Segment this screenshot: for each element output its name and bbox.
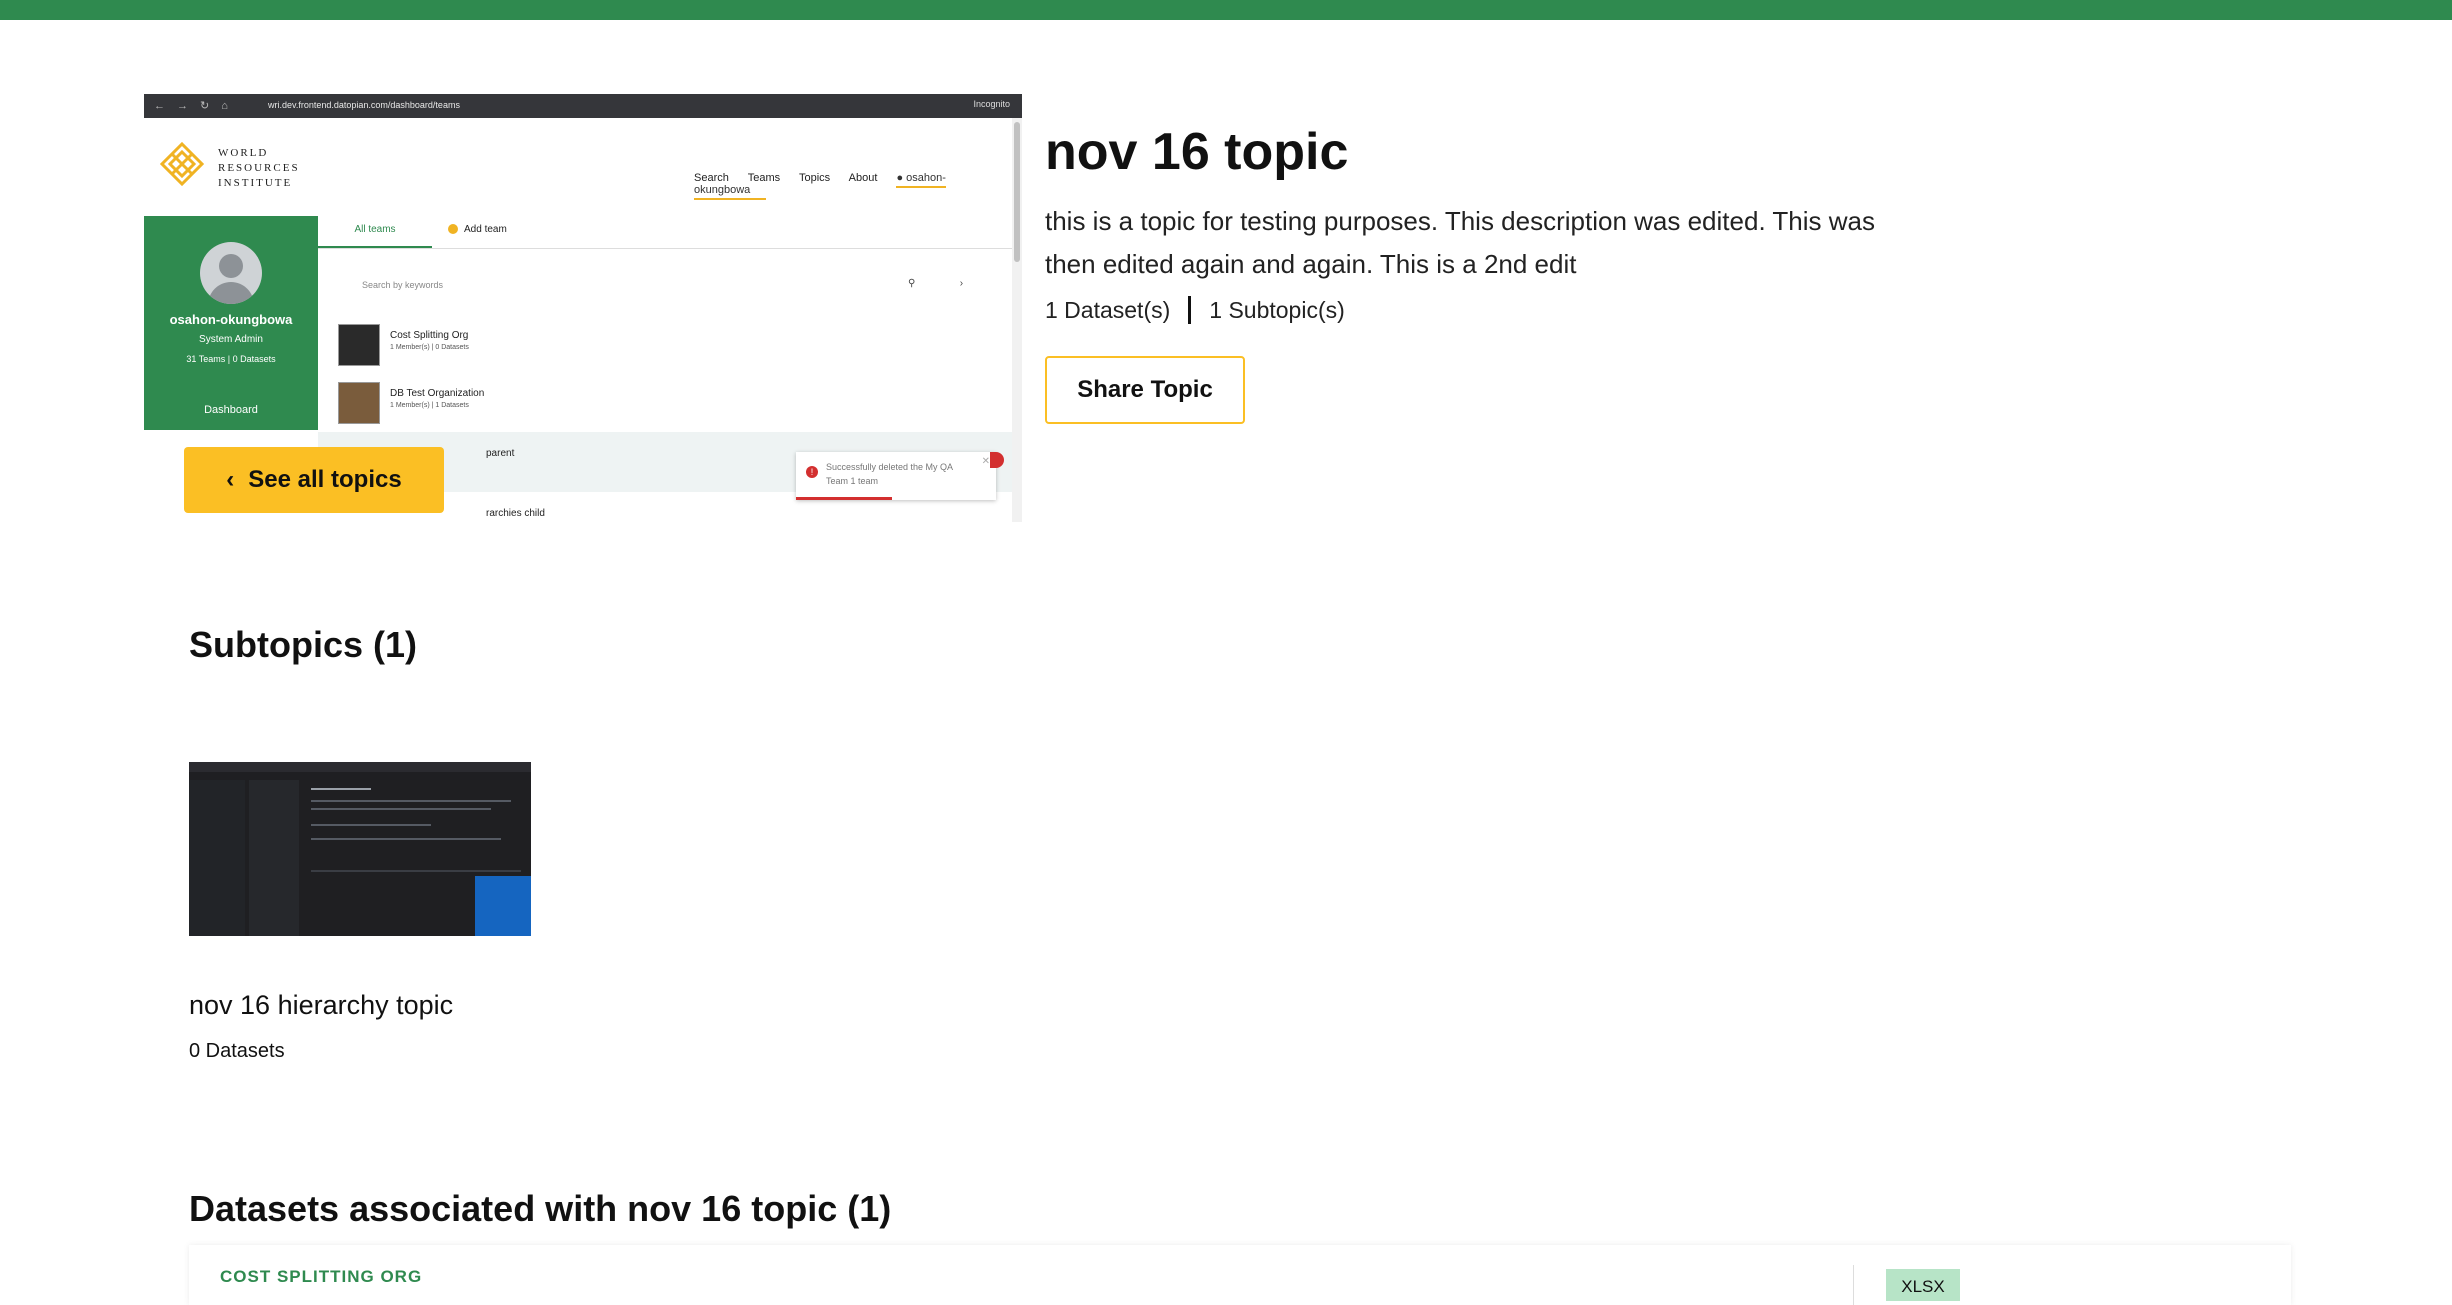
profile-panel: osahon-okungbowa System Admin 31 Teams |… [144, 216, 318, 430]
nav-teams: Teams [747, 172, 781, 184]
subtopic-title[interactable]: nov 16 hierarchy topic [189, 990, 453, 1021]
format-badge: XLSX [1886, 1269, 1960, 1301]
tab-add-team: Add team [448, 216, 507, 246]
datasets-heading: Datasets associated with nov 16 topic (1… [189, 1188, 892, 1229]
dataset-org: COST SPLITTING ORG [220, 1267, 423, 1286]
browser-nav-icons: ←→↻⌂ [154, 100, 240, 112]
divider [1188, 296, 1192, 324]
subtopic-datasets-count: 0 Datasets [189, 1040, 285, 1062]
nav-about: About [848, 172, 878, 184]
top-accent-bar [0, 0, 2452, 20]
browser-toolbar: ←→↻⌂ wri.dev.frontend.datopian.com/dashb… [144, 94, 1022, 118]
team-logo [338, 324, 380, 366]
nav-topics: Topics [798, 172, 831, 184]
share-topic-button[interactable]: Share Topic [1045, 356, 1245, 424]
topic-description: this is a topic for testing purposes. Th… [1045, 206, 1875, 279]
subtopic-thumbnail[interactable] [189, 762, 531, 936]
datasets-count: 1 Dataset(s) [1045, 296, 1171, 323]
tab-all-teams: All teams [318, 216, 432, 248]
teams-tabs: All teams Add team [318, 216, 1012, 249]
see-all-topics-button[interactable]: ‹ See all topics [184, 447, 444, 513]
toast-notification: ! Successfully deleted the My QA Team 1 … [796, 452, 996, 500]
avatar [200, 242, 262, 304]
team-row-partial: rarchies child [486, 508, 545, 519]
wri-logo-text: WORLD RESOURCES INSTITUTE [218, 147, 300, 189]
topic-counts: 1 Dataset(s) 1 Subtopic(s) [1045, 296, 1345, 324]
profile-dashboard: Dashboard [204, 404, 258, 416]
close-icon: ✕ [981, 456, 990, 467]
subtopics-count: 1 Subtopic(s) [1209, 296, 1345, 323]
error-icon: ! [806, 466, 818, 478]
browser-url: wri.dev.frontend.datopian.com/dashboard/… [268, 100, 460, 110]
page-title: nov 16 topic [1045, 123, 1349, 181]
browser-incognito-label: Incognito [973, 99, 1010, 109]
profile-name: osahon-okungbowa [169, 312, 293, 327]
search-icon: ⚲ › [908, 278, 964, 289]
subtopics-heading: Subtopics (1) [189, 624, 418, 665]
teams-search-placeholder: Search by keywords [362, 280, 444, 290]
profile-role: System Admin [199, 334, 263, 345]
profile-stats: 31 Teams | 0 Datasets [186, 354, 276, 364]
team-logo [338, 382, 380, 424]
wri-logo-mark-icon [160, 142, 204, 186]
nav-search: Search [694, 172, 729, 184]
chevron-left-icon: ‹ [226, 466, 235, 493]
divider [1853, 1265, 1854, 1305]
dataset-card[interactable]: COST SPLITTING ORG XLSX [189, 1245, 2291, 1305]
team-row-partial: parent [486, 448, 515, 459]
site-nav: Search Teams Topics About ● osahon-okung… [694, 172, 1022, 200]
